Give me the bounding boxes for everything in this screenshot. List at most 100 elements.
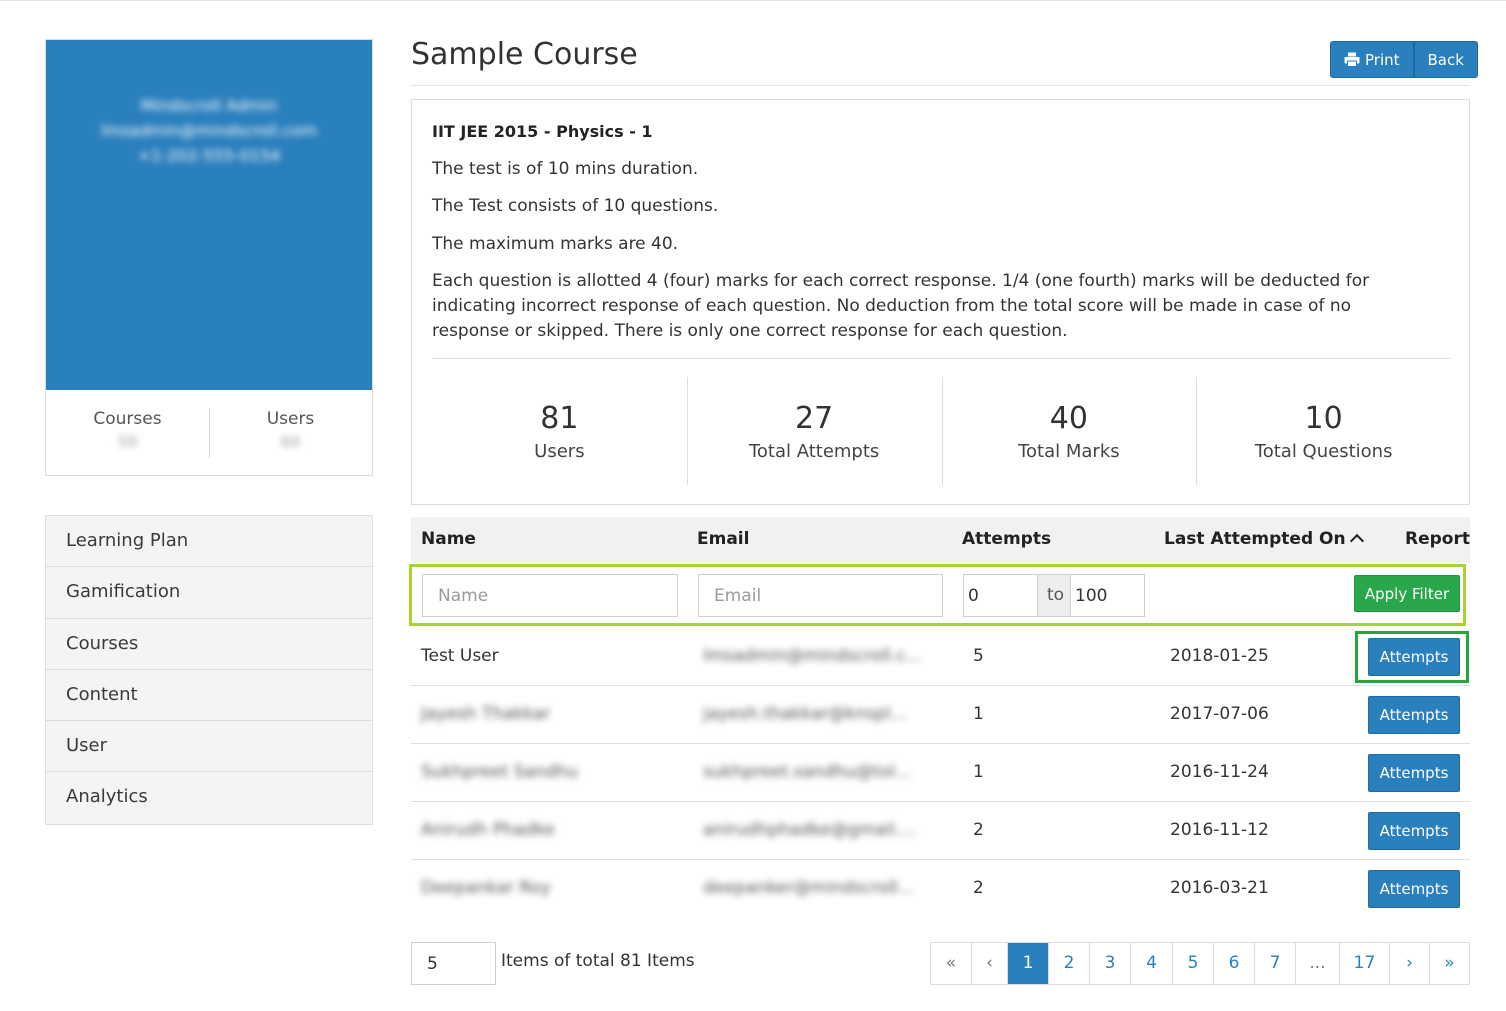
page-button-7[interactable]: 7 bbox=[1255, 943, 1296, 984]
user-email: sukhpreet.sandhu@tol... bbox=[703, 762, 912, 782]
table-row: Anirudh Phadke anirudhphadke@gmail.... 2… bbox=[411, 802, 1470, 860]
filter-row: to Apply Filter bbox=[409, 564, 1466, 626]
attempts-button[interactable]: Attempts bbox=[1368, 812, 1460, 850]
profile-stat-label: Courses bbox=[93, 409, 162, 429]
test-info-panel: IIT JEE 2015 - Physics - 1 The test is o… bbox=[411, 99, 1470, 505]
last-attempted-date: 2016-03-21 bbox=[1170, 878, 1269, 898]
last-page-button[interactable]: » bbox=[1430, 943, 1470, 984]
table-header: Name Email Attempts Last Attempted On Re… bbox=[411, 517, 1470, 563]
table-row: Sukhpreet Sandhu sukhpreet.sandhu@tol...… bbox=[411, 744, 1470, 802]
table-row: Jayesh Thakkar jayesh.thakkar@knspl... 1… bbox=[411, 686, 1470, 744]
stat-value: 10 bbox=[1304, 401, 1343, 436]
sidebar-menu: Learning Plan Gamification Courses Conte… bbox=[45, 515, 373, 825]
last-attempted-date: 2016-11-12 bbox=[1170, 820, 1269, 840]
profile-stats: Courses 59 Users 64 bbox=[46, 390, 372, 476]
page-button-3[interactable]: 3 bbox=[1090, 943, 1131, 984]
page-ellipsis: ... bbox=[1296, 943, 1340, 984]
test-info-line: Each question is allotted 4 (four) marks… bbox=[432, 271, 1370, 341]
stat-label: Total Questions bbox=[1254, 441, 1393, 462]
range-to-label: to bbox=[1038, 574, 1073, 617]
page-button-17[interactable]: 17 bbox=[1340, 943, 1390, 984]
stat-total-attempts: 27 Total Attempts bbox=[686, 377, 942, 485]
sidebar-item-analytics[interactable]: Analytics bbox=[46, 772, 372, 824]
pagination: « ‹ 1 2 3 4 5 6 7 ... 17 › » bbox=[930, 942, 1470, 985]
page-button-2[interactable]: 2 bbox=[1049, 943, 1090, 984]
sidebar-item-learning-plan[interactable]: Learning Plan bbox=[46, 516, 372, 568]
last-attempted-date: 2017-07-06 bbox=[1170, 704, 1269, 724]
printer-icon bbox=[1344, 52, 1360, 67]
column-header-attempts[interactable]: Attempts bbox=[962, 529, 1051, 549]
last-attempted-date: 2016-11-24 bbox=[1170, 762, 1269, 782]
attempts-min-input[interactable] bbox=[963, 574, 1038, 617]
user-email: anirudhphadke@gmail.... bbox=[703, 820, 917, 840]
attempts-max-input[interactable] bbox=[1070, 574, 1145, 617]
user-email: lmsadmin@mindscroll.c... bbox=[703, 646, 922, 666]
attempts-button-highlight bbox=[1355, 631, 1469, 683]
page-button-4[interactable]: 4 bbox=[1131, 943, 1173, 984]
profile-stat-courses: Courses 59 bbox=[46, 390, 209, 476]
profile-name: Mindscroll Admin bbox=[140, 96, 278, 115]
profile-card: Mindscroll Admin lmsadmin@mindscroll.com… bbox=[45, 39, 373, 476]
page-size-input[interactable] bbox=[411, 942, 496, 985]
column-header-last-attempted[interactable]: Last Attempted On bbox=[1164, 529, 1364, 549]
title-divider bbox=[411, 85, 1470, 86]
test-description: IIT JEE 2015 - Physics - 1 The test is o… bbox=[432, 120, 1432, 344]
page-button-5[interactable]: 5 bbox=[1173, 943, 1214, 984]
user-name: Deepankar Roy bbox=[421, 878, 551, 898]
column-header-name[interactable]: Name bbox=[421, 529, 476, 549]
page-title: Sample Course bbox=[411, 37, 638, 72]
stat-label: Users bbox=[534, 441, 585, 462]
user-name: Anirudh Phadke bbox=[421, 820, 555, 840]
profile-stat-value: 64 bbox=[280, 433, 301, 451]
column-header-report: Report bbox=[1405, 529, 1470, 549]
table-row: Deepankar Roy deepanker@mindscroll... 2 … bbox=[411, 860, 1470, 918]
stat-value: 81 bbox=[540, 401, 579, 436]
last-attempted-date: 2018-01-25 bbox=[1170, 646, 1269, 666]
info-divider bbox=[432, 358, 1451, 359]
stat-label: Total Marks bbox=[1018, 441, 1120, 462]
items-total-text: Items of total 81 Items bbox=[501, 951, 695, 971]
attempts-button[interactable]: Attempts bbox=[1368, 870, 1460, 908]
stat-label: Total Attempts bbox=[748, 441, 880, 462]
profile-email: lmsadmin@mindscroll.com bbox=[100, 121, 318, 140]
user-email: deepanker@mindscroll... bbox=[703, 878, 915, 898]
profile-banner: Mindscroll Admin lmsadmin@mindscroll.com… bbox=[46, 40, 372, 390]
attempt-count: 1 bbox=[973, 704, 984, 724]
user-name: Test User bbox=[421, 646, 499, 666]
sidebar-item-user[interactable]: User bbox=[46, 721, 372, 773]
page-button-6[interactable]: 6 bbox=[1214, 943, 1255, 984]
sidebar-item-courses[interactable]: Courses bbox=[46, 618, 372, 670]
next-page-button[interactable]: › bbox=[1390, 943, 1430, 984]
stat-total-marks: 40 Total Marks bbox=[941, 377, 1197, 485]
stat-users: 81 Users bbox=[432, 377, 687, 485]
apply-filter-button[interactable]: Apply Filter bbox=[1354, 575, 1460, 612]
profile-phone: +1-202-555-0154 bbox=[137, 146, 281, 165]
name-filter-input[interactable] bbox=[422, 574, 678, 617]
user-name: Sukhpreet Sandhu bbox=[421, 762, 578, 782]
attempt-count: 5 bbox=[973, 646, 984, 666]
attempt-count: 1 bbox=[973, 762, 984, 782]
back-button[interactable]: Back bbox=[1413, 41, 1478, 78]
table-row: Test User lmsadmin@mindscroll.c... 5 201… bbox=[411, 628, 1470, 686]
profile-stat-value: 59 bbox=[117, 433, 138, 451]
stat-value: 27 bbox=[795, 401, 834, 436]
attempts-button[interactable]: Attempts bbox=[1368, 754, 1460, 792]
attempt-count: 2 bbox=[973, 820, 984, 840]
page-button-1[interactable]: 1 bbox=[1008, 943, 1049, 984]
print-button[interactable]: Print bbox=[1330, 41, 1414, 78]
user-email: jayesh.thakkar@knspl... bbox=[703, 704, 907, 724]
column-header-label: Last Attempted On bbox=[1164, 529, 1346, 549]
print-label: Print bbox=[1365, 50, 1400, 69]
first-page-button[interactable]: « bbox=[931, 943, 972, 984]
email-filter-input[interactable] bbox=[698, 574, 943, 617]
attempt-count: 2 bbox=[973, 878, 984, 898]
profile-stat-users: Users 64 bbox=[209, 390, 372, 476]
column-header-email[interactable]: Email bbox=[697, 529, 749, 549]
sort-ascending-icon bbox=[1349, 533, 1364, 549]
sidebar-item-content[interactable]: Content bbox=[46, 669, 372, 722]
stat-value: 40 bbox=[1049, 401, 1088, 436]
attempts-button[interactable]: Attempts bbox=[1368, 696, 1460, 734]
test-stats: 81 Users 27 Total Attempts 40 Total Mark… bbox=[432, 377, 1451, 485]
previous-page-button[interactable]: ‹ bbox=[972, 943, 1008, 984]
sidebar-item-gamification[interactable]: Gamification bbox=[46, 567, 372, 619]
